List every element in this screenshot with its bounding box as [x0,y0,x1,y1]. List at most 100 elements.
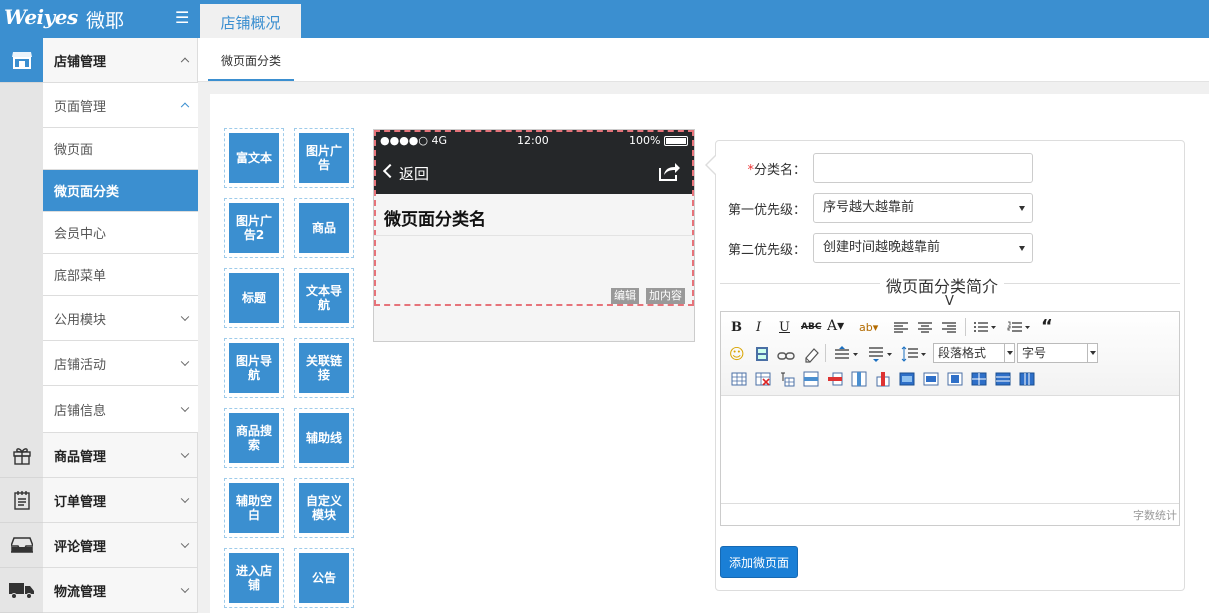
component-label: 图片广告 [299,133,349,183]
component-spacer[interactable]: 辅助空白 [224,478,284,538]
tab-store-overview[interactable]: 店铺概况 [200,4,301,38]
intro-legend: 微页面分类简介 [880,273,1005,297]
sidebar-item-store-manage[interactable]: 店铺管理 [43,38,198,83]
link-icon[interactable] [777,347,795,365]
logo-bar: Weiyes 微耶 ☰ [0,0,198,38]
gift-icon[interactable] [0,433,43,478]
row-spacing-bottom-icon[interactable] [867,345,893,363]
video-icon[interactable] [755,345,769,363]
merge-right-icon[interactable] [923,370,939,388]
priority1-label: 第一优先级： [727,203,806,218]
component-label: 富文本 [229,133,279,183]
sidebar-item-micro-page-category[interactable]: 微页面分类 [43,170,198,212]
component-divider[interactable]: 辅助线 [294,408,354,468]
sidebar-item-logistics-manage[interactable]: 物流管理 [43,568,198,613]
priority1-value: 序号越大越靠前 [823,200,915,215]
component-notice[interactable]: 公告 [294,548,354,608]
delete-row-icon[interactable] [827,370,843,388]
add-content-button[interactable]: 加内容 [646,288,685,304]
font-size-select[interactable]: 字号 [1017,343,1098,363]
component-text-nav[interactable]: 文本导航 [294,268,354,328]
component-image-ad-2[interactable]: 图片广告2 [224,198,284,258]
component-image-ad[interactable]: 图片广告 [294,128,354,188]
rich-text-editor: B I U ABC A▾ ab▾ “ ☺ 段落格式 字号 字数统计 [720,311,1180,526]
add-micro-page-button[interactable]: 添加微页面 [720,546,798,578]
numbered-list-icon[interactable] [1007,319,1031,337]
sidebar-icon-spacer [0,83,43,478]
row-spacing-top-icon[interactable] [833,345,859,363]
insert-row-icon[interactable] [803,370,819,388]
component-rich-text[interactable]: 富文本 [224,128,284,188]
paragraph-format-select[interactable]: 段落格式 [933,343,1015,363]
inbox-icon[interactable] [0,523,43,568]
bullet-list-icon[interactable] [973,319,997,337]
sidebar-item-page-manage[interactable]: 页面管理 [43,83,198,128]
sidebar-item-label: 页面管理 [54,99,107,115]
sidebar-item-label: 店铺管理 [54,54,107,70]
store-icon[interactable] [0,38,43,83]
split-rows-icon[interactable] [995,370,1011,388]
toolbar-separator [965,318,966,336]
sidebar-item-bottom-menu[interactable]: 底部菜单 [43,254,198,296]
sidebar-item-label: 微页面分类 [54,185,120,200]
component-related-link[interactable]: 关联链接 [294,338,354,398]
sidebar-item-product-manage[interactable]: 商品管理 [43,433,198,478]
component-custom-module[interactable]: 自定义模块 [294,478,354,538]
component-image-nav[interactable]: 图片导航 [224,338,284,398]
caret-down-icon [1087,344,1097,362]
font-size-value: 字号 [1022,346,1047,360]
sidebar-icon-column [0,38,43,613]
sidebar-item-review-manage[interactable]: 评论管理 [43,523,198,568]
split-columns-icon[interactable] [1019,370,1035,388]
sub-tab-bar: 微页面分类 [198,38,1209,82]
line-height-icon[interactable] [901,345,927,363]
sidebar-item-member-center[interactable]: 会员中心 [43,212,198,254]
component-label: 商品 [299,203,349,253]
chevron-up-icon [180,102,190,112]
logo: Weiyes [4,5,78,29]
merge-cells-icon[interactable] [899,370,915,388]
category-name-input[interactable] [813,153,1033,183]
delete-column-icon[interactable] [875,370,891,388]
truck-icon[interactable] [0,568,43,613]
merge-down-icon[interactable] [947,370,963,388]
sidebar-item-common-module[interactable]: 公用模块 [43,296,198,341]
align-left-icon[interactable] [893,319,909,337]
blockquote-icon[interactable]: “ [1041,316,1053,337]
caret-down-icon [1004,344,1014,362]
clipboard-icon[interactable] [0,478,43,523]
strikethrough-icon[interactable]: ABC [801,318,821,336]
eraser-icon[interactable] [803,345,819,363]
priority2-select[interactable]: 创建时间越晚越靠前 [813,233,1033,263]
sidebar-item-store-info[interactable]: 店铺信息 [43,386,198,433]
chevron-down-icon [180,403,190,413]
component-enter-store[interactable]: 进入店铺 [224,548,284,608]
tab-micro-page-category[interactable]: 微页面分类 [208,38,294,81]
edit-button[interactable]: 编辑 [611,288,639,304]
component-product[interactable]: 商品 [294,198,354,258]
divider [374,235,694,236]
component-product-search[interactable]: 商品搜索 [224,408,284,468]
component-heading[interactable]: 标题 [224,268,284,328]
insert-paragraph-before-table-icon[interactable] [779,370,795,388]
emoji-icon[interactable]: ☺ [729,345,745,363]
hamburger-icon[interactable]: ☰ [175,9,189,27]
sidebar-item-label: 底部菜单 [54,269,107,284]
align-right-icon[interactable] [941,319,957,337]
align-center-icon[interactable] [917,319,933,337]
italic-icon[interactable]: I [756,318,761,336]
highlight-icon[interactable]: ab▾ [859,318,878,336]
insert-column-icon[interactable] [851,370,867,388]
sidebar-item-store-activity[interactable]: 店铺活动 [43,341,198,386]
delete-table-icon[interactable] [755,370,771,388]
font-color-icon[interactable]: A▾ [827,317,844,335]
editor-status-bar: 字数统计 [721,503,1179,525]
sidebar-item-label: 会员中心 [54,227,107,242]
bold-icon[interactable]: B [731,318,742,336]
underline-icon[interactable]: U [779,318,790,336]
priority1-select[interactable]: 序号越大越靠前 [813,193,1033,223]
sidebar-item-order-manage[interactable]: 订单管理 [43,478,198,523]
split-cells-icon[interactable] [971,370,987,388]
sidebar-item-micro-page[interactable]: 微页面 [43,128,198,170]
insert-table-icon[interactable] [731,370,747,388]
